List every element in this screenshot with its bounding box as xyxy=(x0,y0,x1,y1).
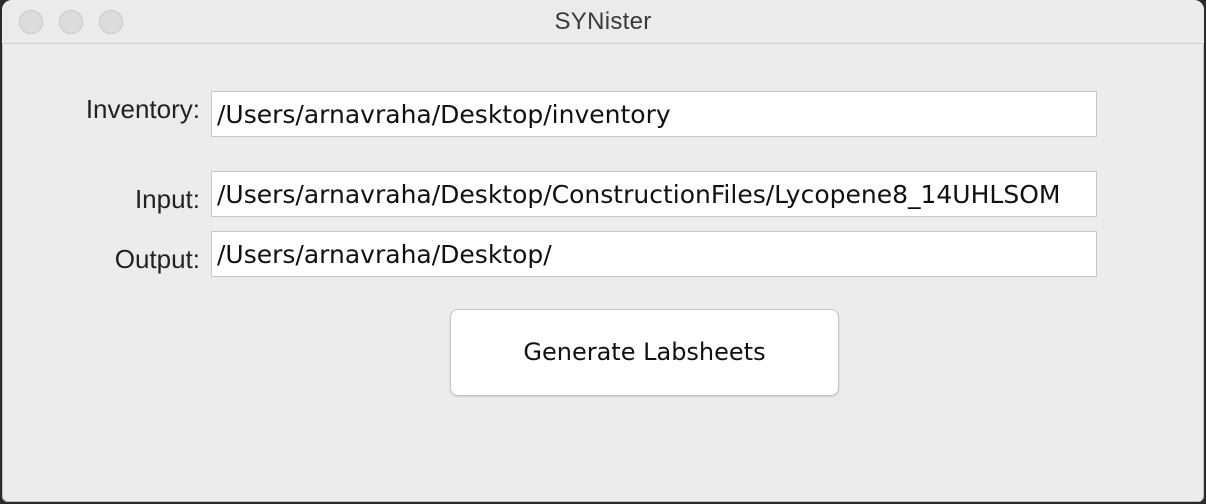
window-title: SYNister xyxy=(554,8,652,35)
app-window: SYNister Inventory: Input: Output: Gener… xyxy=(2,0,1204,502)
title-bar: SYNister xyxy=(2,0,1204,44)
input-path-field[interactable] xyxy=(211,171,1097,217)
output-path-field[interactable] xyxy=(211,231,1097,277)
output-label: Output: xyxy=(114,244,200,274)
input-label: Input: xyxy=(134,184,200,214)
generate-labsheets-button[interactable]: Generate Labsheets xyxy=(450,309,839,396)
inventory-path-field[interactable] xyxy=(211,91,1097,137)
inventory-label: Inventory: xyxy=(85,94,200,124)
